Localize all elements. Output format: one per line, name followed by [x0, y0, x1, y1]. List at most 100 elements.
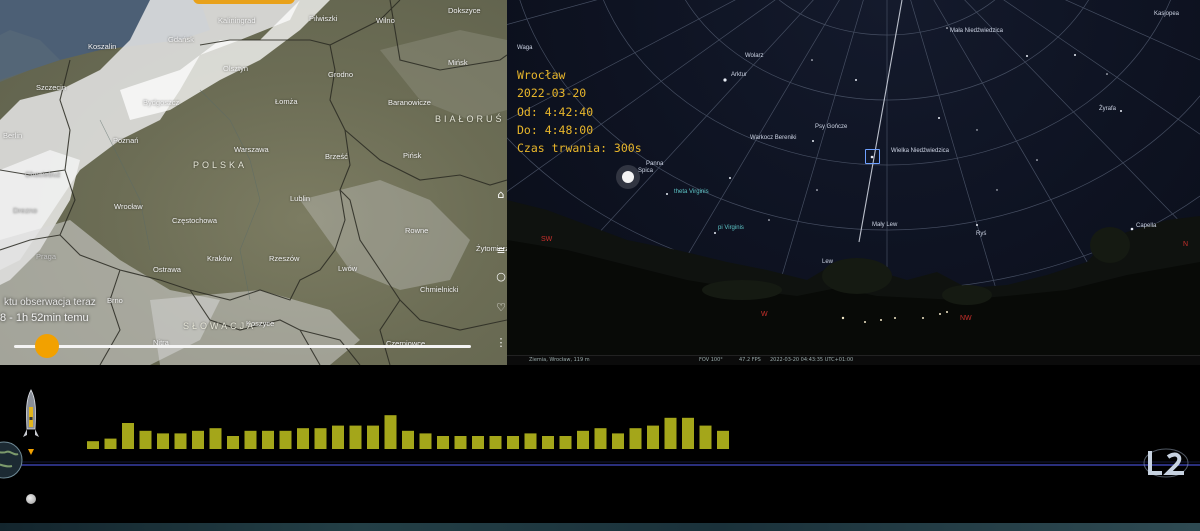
map-city-label: Baranowicze: [388, 98, 431, 107]
map-city-label: Łomża: [275, 97, 298, 106]
sky-status-bar: Ziemia, Wrocław, 119 m FOV 100° 47.2 FPS…: [507, 355, 1200, 365]
echo-bar: [244, 430, 257, 449]
echo-bar: [524, 433, 537, 449]
star-label: Capella: [1136, 223, 1157, 229]
star-label: pi Virginis: [718, 225, 744, 231]
map-city-label: Bydgoszcz: [143, 98, 180, 107]
constellation-label: Panna: [646, 161, 664, 167]
map-city-label: Wilno: [376, 16, 395, 25]
map-city-label: Szczecin: [36, 83, 67, 92]
timeline-slider-track[interactable]: [14, 345, 471, 348]
echo-bar: [87, 441, 99, 449]
constellation-label: Mały Lew: [872, 222, 898, 228]
direction-label: NW: [960, 315, 972, 322]
status-datetime: 2022-03-20 04:43:35 UTC+01:00: [770, 357, 854, 363]
moon-icon: [26, 494, 36, 504]
menu-icon[interactable]: ≡: [495, 244, 507, 258]
globe-icon: [0, 441, 23, 479]
star-label: Arktur: [731, 72, 748, 78]
echo-bar: [419, 433, 432, 449]
echo-bar: [157, 433, 169, 449]
map-city-label: Pilwiszki: [309, 14, 338, 23]
timeline-time: 8 - 1h 52min temu: [0, 312, 89, 324]
constellation-label: Lew: [822, 259, 834, 265]
map-city-label: Brześć: [325, 152, 348, 161]
echo-bar: [682, 417, 694, 449]
direction-label: N: [1183, 241, 1189, 248]
home-icon[interactable]: ⌂: [495, 188, 507, 202]
map-city-label: Grodno: [328, 70, 354, 79]
echo-bar: [227, 436, 239, 449]
event-from: Od: 4:42:40: [517, 104, 594, 119]
country-label: SŁOWACJA: [183, 321, 257, 331]
map-top-pill[interactable]: [193, 0, 295, 4]
map-city-label: Kaliningrad: [218, 16, 256, 25]
star-chart-panel[interactable]: Wrocław 2022-03-20 Od: 4:42:40 Do: 4:48:…: [507, 0, 1200, 365]
map-city-label: Rowne: [405, 226, 429, 235]
echo-bar: [612, 433, 624, 449]
map-city-label: Brno: [107, 296, 123, 305]
echo-bar: [139, 430, 152, 449]
echo-bar: [717, 430, 729, 449]
echo-bar: [174, 433, 187, 449]
timeline-caption: ktu obserwacja teraz: [4, 297, 96, 308]
echo-bar-chart: [0, 415, 1200, 466]
more-icon[interactable]: ⋮: [495, 336, 507, 350]
meteor-target-marker: [865, 149, 880, 164]
map-city-label: Olsztyn: [223, 64, 249, 73]
map-city-label: Chociebuż: [25, 170, 61, 179]
echo-bar: [209, 428, 222, 449]
echo-bar: [367, 425, 379, 449]
constellation-label: Mała Niedźwiedzica: [950, 28, 1004, 34]
map-city-label: Ostrawa: [153, 265, 181, 274]
direction-label: SW: [541, 236, 553, 243]
map-city-label: Mińsk: [448, 58, 468, 67]
bottom-strip: [0, 523, 1200, 531]
map-city-label: Dokszyce: [448, 6, 481, 15]
timeline-label: ktu obserwacja teraz 8 - 1h 52min temu: [0, 297, 96, 324]
direction-label: W: [761, 311, 768, 318]
map-city-label: Rzeszów: [269, 254, 300, 263]
country-label: POLSKA: [193, 160, 248, 170]
map-city-label: Drezno: [13, 206, 38, 215]
constellation-label: Żyrafa: [1099, 106, 1117, 112]
constellation-label: Waga: [517, 45, 533, 51]
map-city-label: Koszalin: [88, 42, 117, 51]
echo-bar: [489, 436, 502, 449]
timeline-slider-knob[interactable]: [34, 334, 59, 358]
echo-bar: [402, 430, 414, 449]
status-location: Ziemia, Wrocław, 119 m: [529, 357, 590, 363]
echo-bar: [332, 425, 344, 449]
echo-bar: [454, 436, 467, 449]
constellation-label: Wolarz: [745, 53, 764, 59]
map-city-label: Lwów: [338, 264, 358, 273]
map-city-label: Wrocław: [114, 202, 143, 211]
echo-bar: [507, 436, 519, 449]
constellation-label: Ryś: [976, 231, 987, 237]
layers-icon[interactable]: ○: [495, 270, 507, 284]
echo-bar: [647, 425, 659, 449]
status-fov: FOV 100°: [699, 357, 723, 363]
event-to: Do: 4:48:00: [517, 122, 594, 137]
satellite-map-graphic: [0, 0, 507, 365]
echo-bar: [559, 436, 572, 449]
heart-icon[interactable]: ♡: [495, 301, 507, 315]
constellation-label: Kasjopea: [1154, 11, 1180, 17]
map-city-label: Kraków: [207, 254, 233, 263]
event-duration: Czas trwania: 300s: [517, 141, 642, 156]
weather-map-panel[interactable]: Kaliningrad Pilwiszki Wilno Dokszyce Kos…: [0, 0, 507, 365]
map-city-label: Gdańsk: [168, 35, 194, 44]
star-label: Spica: [638, 168, 654, 174]
event-city: Wrocław: [517, 68, 566, 82]
echo-bar: [122, 423, 134, 449]
map-city-label: Lublin: [290, 194, 311, 203]
constellation-label: Wielka Niedźwiedzica: [891, 148, 950, 154]
echo-bar: [314, 428, 327, 449]
echo-bar: [104, 438, 117, 449]
radio-echo-panel: [0, 365, 1200, 531]
screen: Kaliningrad Pilwiszki Wilno Dokszyce Kos…: [0, 0, 1200, 531]
echo-bar: [262, 430, 274, 449]
echo-bar: [699, 425, 712, 449]
event-info: Wrocław 2022-03-20 Od: 4:42:40 Do: 4:48:…: [517, 66, 642, 157]
logo-icon: [1143, 448, 1189, 478]
